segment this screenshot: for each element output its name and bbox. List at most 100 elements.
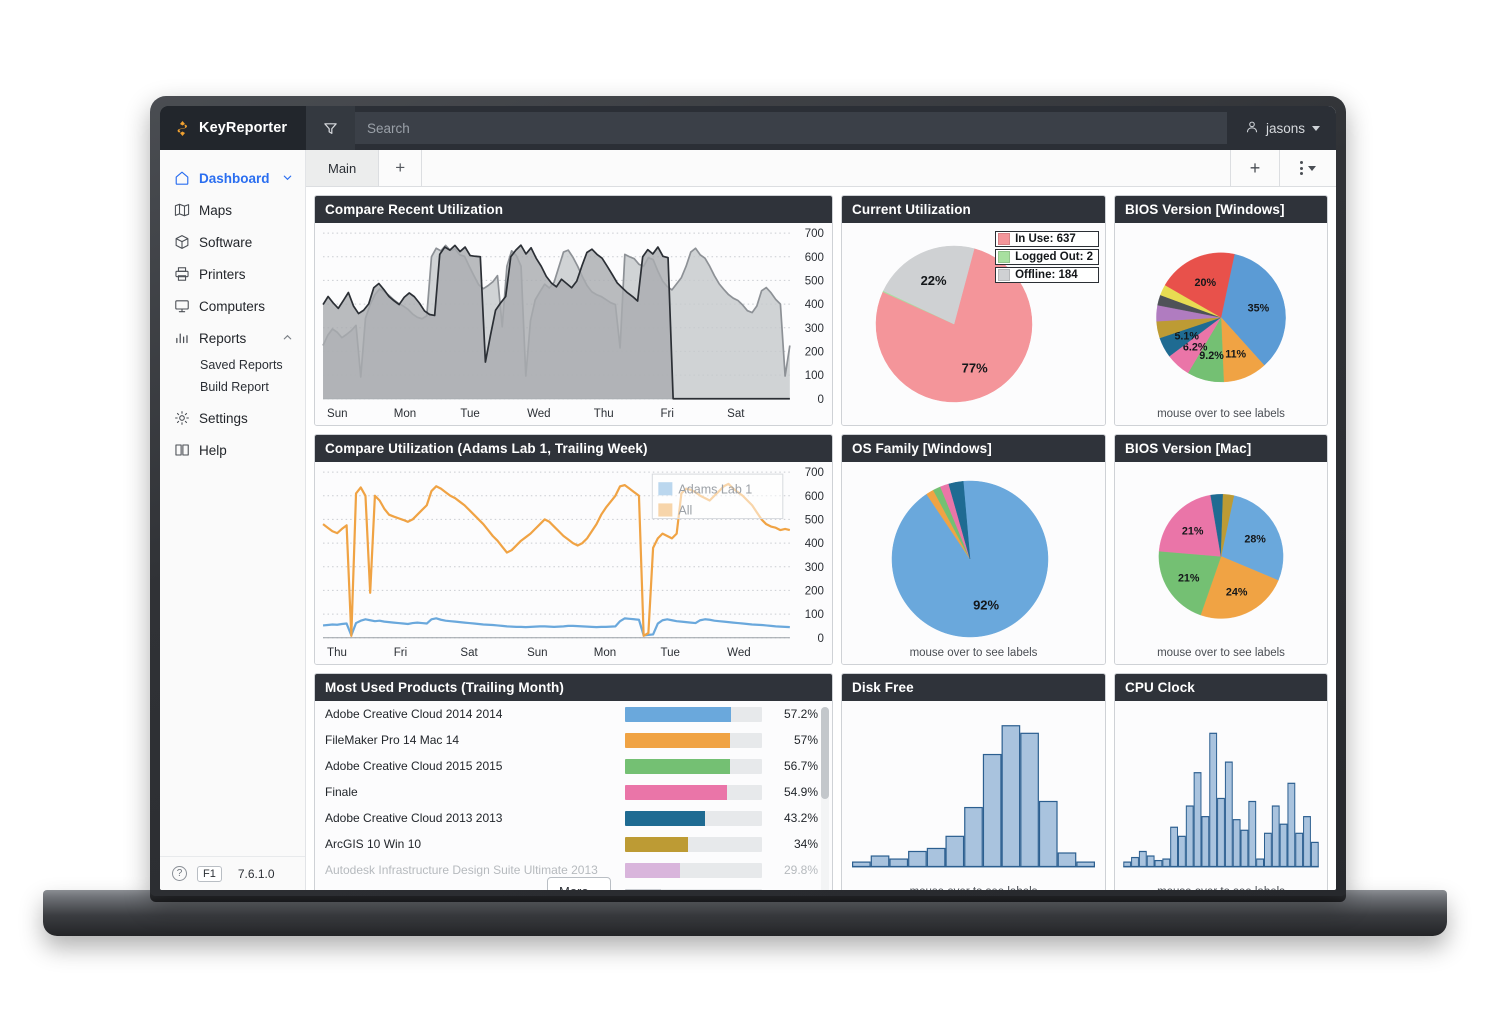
svg-text:100: 100 bbox=[805, 370, 824, 382]
reports-subnav: Saved Reports Build Report bbox=[160, 354, 305, 398]
product-bar-fill bbox=[625, 758, 730, 774]
svg-text:300: 300 bbox=[805, 562, 824, 574]
sidebar-item-computers[interactable]: Computers bbox=[160, 290, 305, 322]
svg-text:Sun: Sun bbox=[527, 647, 548, 659]
sidebar-item-settings[interactable]: Settings bbox=[160, 402, 305, 434]
legend-swatch bbox=[998, 233, 1011, 245]
product-row[interactable]: Adobe Creative Cloud 2013 2013 43.2% bbox=[315, 805, 832, 831]
sidebar-item-printers[interactable]: Printers bbox=[160, 258, 305, 290]
product-bar-track bbox=[625, 888, 762, 890]
legend-label: Logged Out: 2 bbox=[1015, 251, 1093, 263]
panel-body[interactable]: 35% 11% 9.2% 6.2% 5.1% 20% mouse over to see … bbox=[1115, 223, 1327, 425]
body: Dashboard Maps Software Printers Compute… bbox=[160, 150, 1336, 890]
product-list-scrollbar[interactable] bbox=[821, 707, 829, 890]
product-row[interactable]: ArcGIS 10 Win 10 34% bbox=[315, 831, 832, 857]
sidebar-item-saved-reports[interactable]: Saved Reports bbox=[200, 354, 305, 376]
histogram-disk-free bbox=[852, 725, 1096, 868]
chart-hint: mouse over to see labels bbox=[842, 886, 1105, 890]
sidebar-item-build-report[interactable]: Build Report bbox=[200, 376, 305, 398]
sidebar: Dashboard Maps Software Printers Compute… bbox=[160, 150, 306, 890]
sidebar-item-label: Software bbox=[199, 234, 253, 250]
product-row[interactable]: Adobe Creative Cloud 2014 2014 57.2% bbox=[315, 701, 832, 727]
user-menu[interactable]: jasons bbox=[1235, 120, 1336, 137]
svg-text:22%: 22% bbox=[921, 273, 947, 288]
sidebar-item-help[interactable]: Help bbox=[160, 434, 305, 466]
product-bar-track bbox=[625, 836, 762, 852]
sidebar-item-label: Help bbox=[199, 442, 227, 458]
legend-item[interactable]: Offline: 184 bbox=[995, 267, 1099, 283]
sidebar-item-label: Computers bbox=[199, 298, 266, 314]
svg-text:92%: 92% bbox=[973, 598, 999, 613]
legend-item[interactable]: In Use: 637 bbox=[995, 231, 1099, 247]
add-tab-button[interactable]: + bbox=[379, 150, 423, 186]
caret-down-icon bbox=[1312, 125, 1320, 131]
legend-label: Offline: 184 bbox=[1015, 269, 1078, 281]
product-bar-track bbox=[625, 810, 762, 826]
scrollbar-thumb[interactable] bbox=[821, 707, 829, 799]
tab-spacer bbox=[422, 150, 1230, 186]
svg-text:Sat: Sat bbox=[727, 408, 745, 420]
panel-body[interactable]: mouse over to see labels bbox=[842, 701, 1105, 890]
filter-button[interactable] bbox=[306, 106, 355, 150]
panel-body[interactable]: 28% 24% 21% 21% mouse over to see labels bbox=[1115, 462, 1327, 664]
pie-chart-bios-mac: 28% 24% 21% 21% bbox=[1115, 462, 1327, 664]
tab-main[interactable]: Main bbox=[306, 150, 380, 186]
pie-chart-current-utilization: 77% 22% In Use: 637 Logged Out: 2 Offline: … bbox=[842, 223, 1105, 425]
svg-text:Mon: Mon bbox=[394, 408, 416, 420]
more-button[interactable]: More... bbox=[547, 877, 612, 890]
search-input[interactable] bbox=[355, 112, 1227, 144]
sidebar-item-maps[interactable]: Maps bbox=[160, 194, 305, 226]
svg-text:Sat: Sat bbox=[460, 647, 478, 659]
sidebar-item-label: Printers bbox=[199, 266, 246, 282]
chevron-down-icon bbox=[282, 171, 293, 186]
panel-bios-version-windows: BIOS Version [Windows] 35% 11% 9.2% 6.2% 5.1… bbox=[1114, 195, 1328, 426]
question-circle-icon[interactable]: ? bbox=[172, 866, 187, 881]
product-bar-fill bbox=[625, 862, 681, 878]
product-name: Finale bbox=[325, 785, 358, 799]
monitor-icon bbox=[174, 298, 190, 314]
panel-body[interactable]: 0 100 200 300 400 500 600 700 Sun Mon Tue Wed Thu Fr… bbox=[315, 223, 832, 425]
panel-body[interactable]: 0 100 200 300 400 500 600 700 Thu Fri Sat Sun Mon Tu… bbox=[315, 462, 832, 664]
panel-title: BIOS Version [Windows] bbox=[1115, 196, 1327, 223]
product-bar-fill bbox=[625, 888, 661, 890]
panel-body[interactable]: mouse over to see labels bbox=[1115, 701, 1327, 890]
diamond-s-logo-icon bbox=[174, 120, 191, 137]
product-bar-track bbox=[625, 862, 762, 878]
panel-most-used-products: Most Used Products (Trailing Month) Adob… bbox=[314, 673, 833, 890]
dashboard-menu-button[interactable] bbox=[1279, 150, 1336, 186]
sidebar-item-label: Maps bbox=[199, 202, 233, 218]
svg-text:Adams Lab 1: Adams Lab 1 bbox=[678, 482, 752, 496]
product-bar-track bbox=[625, 784, 762, 800]
brand-name: KeyReporter bbox=[199, 120, 288, 136]
svg-text:28%: 28% bbox=[1244, 534, 1266, 546]
legend-item[interactable]: Logged Out: 2 bbox=[995, 249, 1099, 265]
svg-text:700: 700 bbox=[805, 467, 824, 479]
sidebar-item-dashboard[interactable]: Dashboard bbox=[160, 162, 305, 194]
product-bar-fill bbox=[625, 732, 731, 748]
panel-title: Most Used Products (Trailing Month) bbox=[315, 674, 832, 701]
svg-text:Tue: Tue bbox=[660, 647, 679, 659]
f1-key-badge[interactable]: F1 bbox=[197, 865, 222, 882]
product-row[interactable]: FileMaker Pro 14 Mac 14 57% bbox=[315, 727, 832, 753]
product-name: FileMaker Pro 14 Mac 14 bbox=[325, 733, 460, 747]
chevron-up-icon bbox=[282, 331, 293, 346]
svg-text:200: 200 bbox=[805, 585, 824, 597]
product-list[interactable]: Adobe Creative Cloud 2014 2014 57.2% FileM… bbox=[315, 701, 832, 890]
panel-body[interactable]: 77% 22% In Use: 637 Logged Out: 2 Offline: … bbox=[842, 223, 1105, 425]
sidebar-item-software[interactable]: Software bbox=[160, 226, 305, 258]
svg-text:21%: 21% bbox=[1182, 525, 1204, 537]
product-row[interactable]: Finale 54.9% bbox=[315, 779, 832, 805]
svg-text:All: All bbox=[678, 503, 692, 517]
product-row[interactable]: Adobe Creative Cloud 2015 2015 56.7% bbox=[315, 753, 832, 779]
panel-compare-recent-utilization: Compare Recent Utilization 0 100 200 300 400… bbox=[314, 195, 833, 426]
svg-text:400: 400 bbox=[805, 538, 824, 550]
panel-title: Compare Recent Utilization bbox=[315, 196, 832, 223]
new-widget-button[interactable]: + bbox=[1230, 150, 1279, 186]
home-icon bbox=[174, 170, 190, 186]
panel-body[interactable]: 92% mouse over to see labels bbox=[842, 462, 1105, 664]
product-value: 19.3% bbox=[772, 889, 818, 890]
sidebar-item-reports[interactable]: Reports bbox=[160, 322, 305, 354]
product-value: 57% bbox=[793, 733, 818, 747]
svg-text:500: 500 bbox=[805, 514, 824, 526]
svg-text:77%: 77% bbox=[962, 361, 988, 376]
